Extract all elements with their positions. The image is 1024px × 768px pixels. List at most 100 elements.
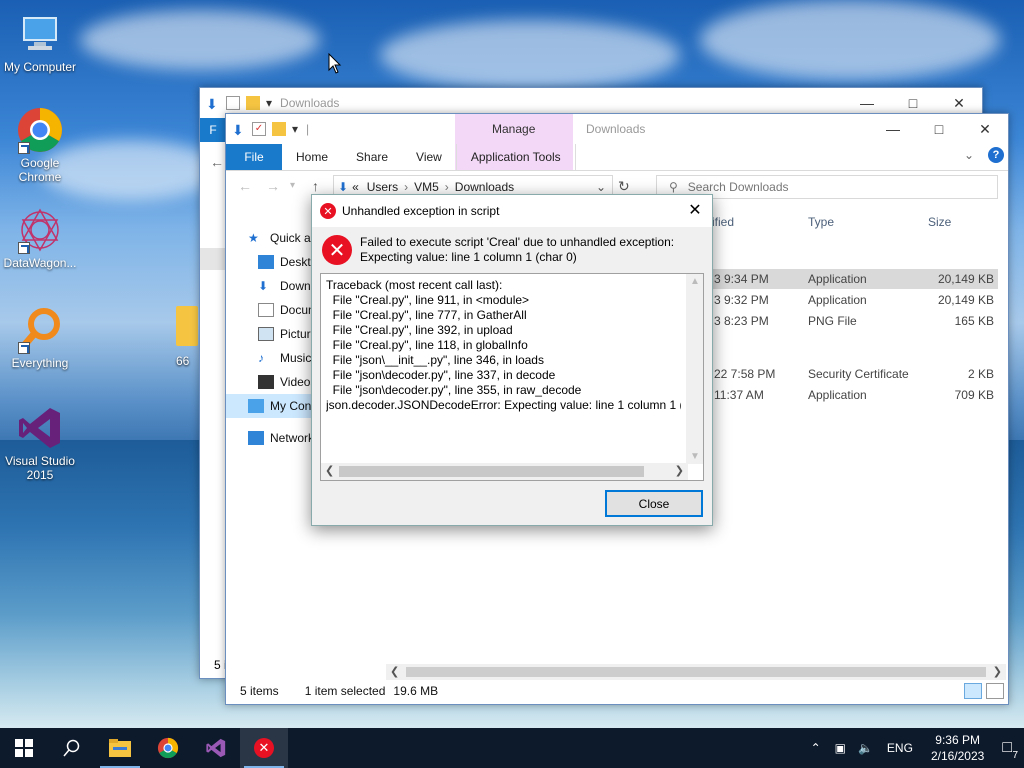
column-size[interactable]: Size	[928, 215, 951, 233]
vertical-scrollbar[interactable]: ▲ ▼	[686, 274, 703, 464]
ribbon-divider	[226, 170, 1008, 171]
shortcut-arrow-icon	[18, 242, 30, 254]
system-tray: ⌃ ▣ 🔈 ENG 9:36 PM 2/16/2023 □ 7	[803, 728, 1024, 768]
computer-icon	[248, 399, 264, 413]
breadcrumb-users[interactable]: Users	[367, 180, 398, 194]
status-item-count: 5 items	[240, 684, 279, 698]
customize-qa-icon[interactable]: ▾	[292, 122, 298, 136]
column-type[interactable]: Type	[808, 215, 834, 233]
tab-share[interactable]: Share	[342, 144, 402, 170]
large-icons-view-icon[interactable]	[986, 683, 1004, 699]
notification-center-icon[interactable]: □ 7	[1002, 739, 1018, 761]
recent-locations-icon[interactable]: ▾	[290, 180, 295, 191]
tab-application-tools[interactable]: Application Tools	[455, 144, 576, 170]
clock[interactable]: 9:36 PM 2/16/2023	[921, 732, 994, 764]
scroll-right-icon[interactable]: ❯	[675, 464, 684, 477]
visual-studio-icon	[16, 404, 64, 452]
address-overflow[interactable]: «	[352, 180, 359, 194]
taskbar-chrome[interactable]	[144, 728, 192, 768]
dialog-titlebar[interactable]: ✕ Unhandled exception in script	[312, 195, 712, 227]
properties-icon[interactable]	[226, 96, 240, 110]
desktop-icon-label: Everything	[11, 356, 69, 370]
customize-qa-icon[interactable]: ▾	[266, 96, 272, 110]
desktop-icon-datawagon[interactable]: DataWagon...	[0, 206, 80, 270]
new-folder-icon[interactable]	[272, 122, 286, 136]
error-dialog[interactable]: ✕ Unhandled exception in script ✕ ✕ Fail…	[311, 194, 713, 526]
column-date-modified[interactable]: ified	[712, 215, 734, 233]
desktop-icon-label: Visual Studio 2015	[5, 454, 75, 482]
volume-icon[interactable]: 🔈	[858, 741, 873, 755]
horizontal-scrollbar[interactable]: ❮ ❯	[321, 463, 688, 480]
up-arrow-icon[interactable]: ↑	[312, 178, 319, 194]
show-hidden-icons-icon[interactable]: ⌃	[811, 741, 821, 755]
taskbar: ✕ ⌃ ▣ 🔈 ENG 9:36 PM 2/16/2023 □ 7	[0, 728, 1024, 768]
visual-studio-icon	[206, 738, 226, 758]
breadcrumb-vm5[interactable]: VM5	[414, 180, 439, 194]
forward-arrow-icon[interactable]: →	[266, 178, 280, 194]
everything-search-icon	[16, 306, 64, 354]
file-row[interactable]: 22 7:58 PM Security Certificate 2 KB	[710, 364, 998, 384]
input-language[interactable]: ENG	[887, 741, 913, 755]
download-arrow-icon: ⬇	[206, 96, 218, 112]
scroll-right-icon[interactable]: ❯	[993, 665, 1002, 678]
breadcrumb-downloads[interactable]: Downloads	[455, 180, 514, 194]
start-button[interactable]	[0, 728, 48, 768]
manage-tab[interactable]: Manage	[492, 122, 535, 136]
scroll-down-icon[interactable]: ▼	[690, 451, 700, 462]
ribbon-expand-icon[interactable]: ⌄	[964, 148, 974, 162]
tab-file[interactable]: File	[226, 144, 282, 170]
wallpaper-cloud	[700, 0, 1000, 80]
back-arrow-icon[interactable]: ←	[210, 154, 224, 170]
dialog-title: Unhandled exception in script	[342, 204, 500, 218]
file-row[interactable]: 3 8:23 PM PNG File 165 KB	[710, 311, 998, 331]
desktop-icon-visual-studio[interactable]: Visual Studio 2015	[0, 404, 80, 482]
tab-view[interactable]: View	[402, 144, 456, 170]
file-row[interactable]: 3 9:34 PM Application 20,149 KB	[710, 269, 998, 289]
new-folder-icon[interactable]	[246, 96, 260, 110]
scroll-thumb[interactable]	[406, 667, 986, 677]
taskbar-error-app[interactable]: ✕	[240, 728, 288, 768]
taskbar-visual-studio[interactable]	[192, 728, 240, 768]
ribbon-tabs: File Home Share View Application Tools	[226, 138, 1008, 170]
taskbar-file-explorer[interactable]	[96, 728, 144, 768]
scroll-up-icon[interactable]: ▲	[690, 276, 700, 287]
file-row[interactable]: 3 9:32 PM Application 20,149 KB	[710, 290, 998, 310]
film-icon	[258, 375, 274, 389]
details-view-icon[interactable]	[964, 683, 982, 699]
pictures-icon	[258, 327, 274, 341]
refresh-icon[interactable]: ↻	[618, 178, 630, 195]
tab-home[interactable]: Home	[282, 144, 342, 170]
notification-count: 7	[1012, 750, 1018, 761]
windows-logo-icon	[15, 739, 33, 757]
download-arrow-icon: ⬇	[258, 279, 269, 293]
close-button[interactable]: Close	[605, 490, 703, 517]
back-file-tab[interactable]: F	[200, 118, 226, 142]
scroll-left-icon[interactable]: ❮	[390, 665, 399, 678]
address-dropdown-icon[interactable]: ⌄	[596, 180, 606, 194]
desktop-icon-everything[interactable]: Everything	[0, 306, 80, 370]
desktop-icon	[258, 255, 274, 269]
scroll-left-icon[interactable]: ❮	[325, 464, 334, 477]
properties-icon[interactable]: ✓	[252, 122, 266, 136]
network-icon[interactable]: ▣	[835, 741, 846, 755]
error-icon: ✕	[254, 738, 274, 758]
traceback-textbox[interactable]: Traceback (most recent call last): File …	[320, 273, 704, 481]
search-button[interactable]	[48, 728, 96, 768]
scroll-thumb[interactable]	[339, 466, 644, 477]
folder-icon	[176, 306, 198, 346]
file-row[interactable]: 11:37 AM Application 709 KB	[710, 385, 998, 405]
help-icon[interactable]: ?	[988, 147, 1004, 163]
desktop-icon-google-chrome[interactable]: Google Chrome	[0, 106, 80, 184]
back-nav-selection	[200, 248, 226, 270]
partial-folder-icon[interactable]: 66	[176, 306, 198, 376]
dialog-close-icon[interactable]: ✕	[678, 195, 712, 225]
wallpaper-cloud	[80, 10, 320, 70]
desktop-icon-label: Google Chrome	[18, 156, 62, 184]
desktop-icon-my-computer[interactable]: My Computer	[0, 10, 80, 74]
search-input[interactable]: Search Downloads	[688, 180, 789, 194]
computer-icon	[16, 10, 64, 58]
clock-time: 9:36 PM	[935, 733, 980, 747]
desktop-icon-label: DataWagon...	[3, 256, 77, 270]
error-icon: ✕	[322, 235, 352, 265]
back-arrow-icon[interactable]: ←	[238, 178, 252, 194]
